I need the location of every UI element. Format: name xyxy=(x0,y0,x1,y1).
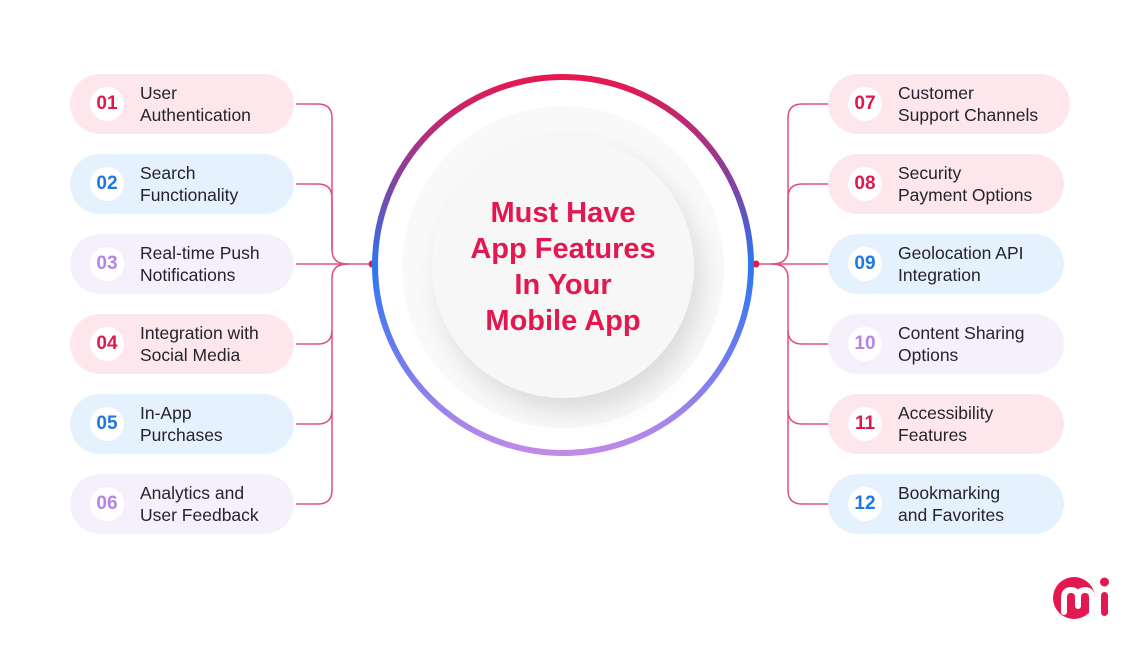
feature-label-line1: Customer xyxy=(898,83,974,103)
feature-label-line2: Functionality xyxy=(140,185,239,205)
feature-label-line2: Support Channels xyxy=(898,105,1039,125)
feature-label-line1: Search xyxy=(140,163,196,183)
feature-label: Accessibility Features xyxy=(898,402,993,446)
feature-number: 06 xyxy=(90,487,124,521)
feature-label: User Authentication xyxy=(140,82,251,126)
feature-number: 12 xyxy=(848,487,882,521)
feature-pill-02: 02 Search Functionality xyxy=(70,154,294,214)
feature-number: 08 xyxy=(848,167,882,201)
title-line-1: Must Have xyxy=(490,197,636,229)
feature-label: Real-time Push Notifications xyxy=(140,242,260,286)
feature-label-line1: Geolocation API xyxy=(898,243,1024,263)
feature-number: 03 xyxy=(90,247,124,281)
feature-pill-01: 01 User Authentication xyxy=(70,74,294,134)
feature-label: Content Sharing Options xyxy=(898,322,1024,366)
feature-label: Analytics and User Feedback xyxy=(140,482,259,526)
title-line-3: In Your xyxy=(514,269,612,301)
feature-number: 11 xyxy=(848,407,882,441)
feature-label-line2: and Favorites xyxy=(898,505,1005,525)
connector-left-02 xyxy=(296,183,333,250)
feature-pill-03: 03 Real-time Push Notifications xyxy=(70,234,294,294)
feature-number: 02 xyxy=(90,167,124,201)
feature-label: Geolocation API Integration xyxy=(898,242,1024,286)
feature-label-line2: Features xyxy=(898,425,968,445)
center-title-circle: Must Have App Features In Your Mobile Ap… xyxy=(432,136,694,398)
feature-label-line1: Real-time Push xyxy=(140,243,260,263)
connector-right-10 xyxy=(771,263,830,345)
feature-label: Security Payment Options xyxy=(898,162,1032,206)
feature-label-line1: Content Sharing xyxy=(898,323,1025,343)
feature-label-line1: Integration with xyxy=(140,323,259,343)
feature-label-line2: Integration xyxy=(898,265,981,285)
title-line-2: App Features xyxy=(470,233,656,265)
feature-pill-12: 12 Bookmarking and Favorites xyxy=(828,474,1064,534)
feature-pill-09: 09 Geolocation API Integration xyxy=(828,234,1064,294)
feature-pill-05: 05 In-App Purchases xyxy=(70,394,294,454)
feature-label-line2: Purchases xyxy=(140,425,223,445)
feature-label-line1: User xyxy=(140,83,177,103)
feature-label-line1: Accessibility xyxy=(898,403,994,423)
feature-label: Bookmarking and Favorites xyxy=(898,482,1004,526)
feature-label-line2: Options xyxy=(898,345,959,365)
brand-logo-icon xyxy=(1053,577,1109,619)
feature-label-line1: Bookmarking xyxy=(898,483,1001,503)
center-title: Must Have App Features In Your Mobile Ap… xyxy=(443,195,683,339)
feature-label-line1: In-App xyxy=(140,403,192,423)
feature-label-line1: Security xyxy=(898,163,962,183)
feature-label-line2: Notifications xyxy=(140,265,236,285)
feature-pill-11: 11 Accessibility Features xyxy=(828,394,1064,454)
feature-number: 10 xyxy=(848,327,882,361)
feature-label-line2: Authentication xyxy=(140,105,251,125)
title-line-4: Mobile App xyxy=(485,305,641,337)
feature-label: Customer Support Channels xyxy=(898,82,1038,126)
connector-left-04 xyxy=(296,263,349,345)
feature-number: 05 xyxy=(90,407,124,441)
feature-number: 07 xyxy=(848,87,882,121)
feature-pill-06: 06 Analytics and User Feedback xyxy=(70,474,294,534)
connector-right-08 xyxy=(787,183,830,250)
feature-label: In-App Purchases xyxy=(140,402,223,446)
feature-pill-08: 08 Security Payment Options xyxy=(828,154,1064,214)
feature-label-line1: Analytics and xyxy=(140,483,245,503)
feature-pill-04: 04 Integration with Social Media xyxy=(70,314,294,374)
feature-label-line2: User Feedback xyxy=(140,505,259,525)
feature-number: 04 xyxy=(90,327,124,361)
feature-label-line2: Social Media xyxy=(140,345,241,365)
feature-label: Search Functionality xyxy=(140,162,238,206)
feature-pill-07: 07 Customer Support Channels xyxy=(828,74,1070,134)
feature-number: 01 xyxy=(90,87,124,121)
feature-pill-10: 10 Content Sharing Options xyxy=(828,314,1064,374)
feature-label: Integration with Social Media xyxy=(140,322,259,366)
feature-number: 09 xyxy=(848,247,882,281)
feature-label-line2: Payment Options xyxy=(898,185,1033,205)
